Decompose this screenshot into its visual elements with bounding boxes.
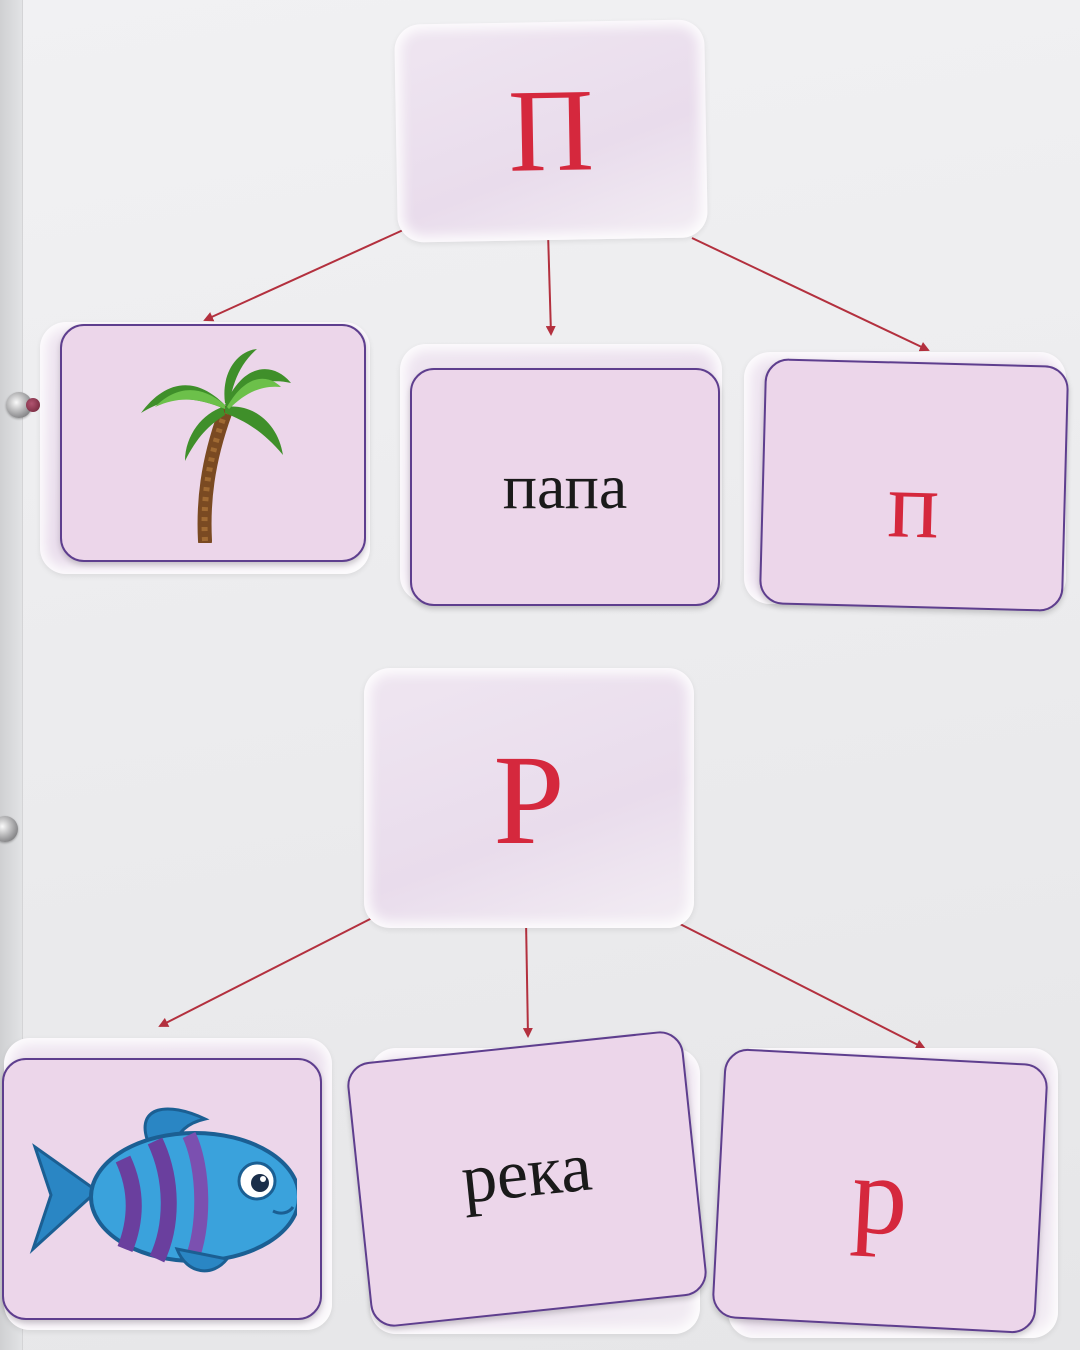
word-reka: река <box>457 1128 596 1219</box>
picture-card-palm[interactable] <box>60 324 366 562</box>
letter-card-p[interactable]: п <box>758 358 1070 612</box>
header-card-p[interactable]: П <box>394 19 708 243</box>
word-card-papa[interactable]: папа <box>410 368 720 606</box>
word-papa: папа <box>502 451 628 522</box>
fish-icon <box>29 1107 297 1273</box>
header-letter-r: Р <box>493 729 565 871</box>
letter-p: п <box>886 450 941 559</box>
palm-tree-icon <box>141 349 291 543</box>
picture-card-fish[interactable] <box>2 1058 322 1320</box>
header-card-r[interactable]: Р <box>364 668 694 928</box>
letter-r: р <box>848 1132 911 1260</box>
header-letter-p: П <box>507 64 595 197</box>
binder-ring-clip <box>26 398 40 412</box>
letter-card-r[interactable]: р <box>711 1047 1049 1335</box>
word-card-reka[interactable]: река <box>345 1029 709 1329</box>
